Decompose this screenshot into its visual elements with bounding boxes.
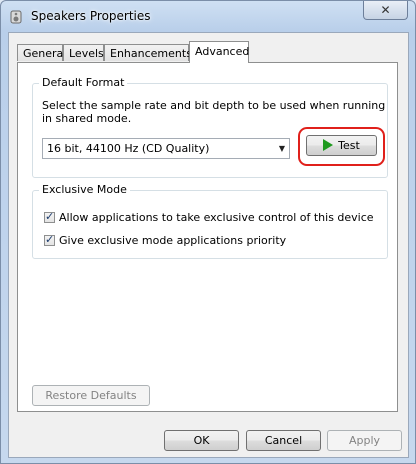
exclusive-priority-checkbox[interactable]: ✓ [44, 233, 55, 246]
title-bar[interactable]: Speakers Properties ✕ [1, 1, 415, 31]
sample-rate-value: 16 bit, 44100 Hz (CD Quality) [47, 142, 210, 155]
exclusive-mode-group: Exclusive Mode ✓ Allow applications to ta… [32, 183, 388, 259]
default-format-title: Default Format [39, 76, 128, 89]
ok-button[interactable]: OK [164, 430, 239, 451]
default-format-description: Select the sample rate and bit depth to … [42, 99, 386, 125]
test-button[interactable]: Test [306, 135, 377, 156]
test-label: Test [338, 139, 360, 152]
checkmark-icon: ✓ [45, 233, 55, 246]
tab-levels[interactable]: Levels [63, 44, 104, 61]
exclusive-control-checkbox[interactable]: ✓ [44, 210, 55, 223]
exclusive-mode-title: Exclusive Mode [39, 183, 130, 196]
play-icon [323, 139, 334, 151]
tab-general[interactable]: General [17, 44, 66, 61]
sample-rate-dropdown[interactable]: 16 bit, 44100 Hz (CD Quality) ▼ [42, 138, 290, 159]
chevron-down-icon: ▼ [278, 144, 285, 153]
exclusive-control-label: Allow applications to take exclusive con… [59, 211, 374, 224]
cancel-button[interactable]: Cancel [246, 430, 321, 451]
window-title: Speakers Properties [31, 9, 151, 23]
restore-defaults-button[interactable]: Restore Defaults [32, 385, 150, 406]
advanced-tab-panel: Default Format Select the sample rate an… [17, 62, 398, 412]
exclusive-priority-label: Give exclusive mode applications priorit… [59, 234, 287, 247]
apply-button[interactable]: Apply [327, 430, 402, 451]
exclusive-priority-option[interactable]: ✓ Give exclusive mode applications priori… [44, 233, 287, 248]
close-button[interactable]: ✕ [363, 1, 408, 20]
checkmark-icon: ✓ [45, 210, 55, 223]
speaker-icon [9, 10, 23, 24]
tab-advanced[interactable]: Advanced [189, 41, 249, 63]
default-format-group: Default Format Select the sample rate an… [32, 76, 388, 178]
speakers-properties-window: Speakers Properties ✕ General Levels Enh… [0, 0, 416, 464]
tab-enhancements[interactable]: Enhancements [104, 44, 192, 61]
dialog-client-area: General Levels Enhancements Advanced Def… [8, 32, 409, 458]
exclusive-control-option[interactable]: ✓ Allow applications to take exclusive co… [44, 210, 374, 225]
close-icon: ✕ [380, 3, 391, 17]
